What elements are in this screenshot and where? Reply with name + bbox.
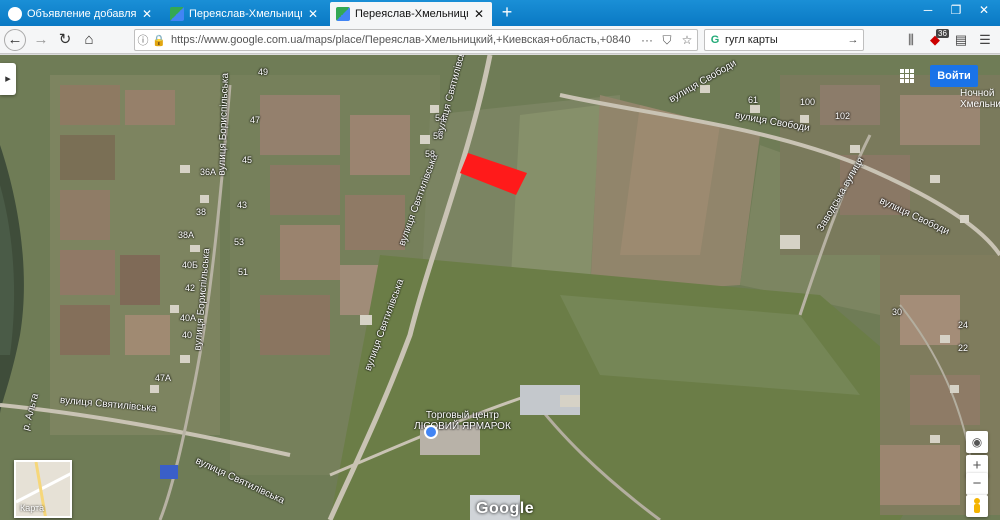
house-number: 102 (835, 111, 851, 121)
satellite-imagery (0, 55, 1000, 520)
house-number: 56 (433, 131, 444, 141)
tab-olx[interactable]: Объявление добавляется • OLX ✕ (2, 2, 160, 26)
close-tab-icon[interactable]: ✕ (306, 7, 320, 21)
address-bar[interactable]: ⓘ 🔒 https://www.google.com.ua/maps/place… (134, 29, 698, 51)
house-number: 42 (185, 283, 196, 293)
lock-icon: 🔒 (152, 34, 166, 47)
mini-map-label: Карта (20, 503, 45, 513)
close-tab-icon[interactable]: ✕ (472, 7, 486, 21)
map-type-toggle[interactable]: Карта (14, 460, 72, 518)
apps-grid-icon[interactable] (900, 69, 914, 83)
minimize-icon[interactable]: ─ (914, 0, 942, 22)
house-number: 22 (958, 343, 969, 353)
extension-badge: 36 (936, 29, 949, 38)
info-icon[interactable]: ⓘ (135, 32, 151, 48)
pocket-icon[interactable]: ⛉ (657, 33, 677, 48)
house-number: 61 (748, 95, 759, 105)
house-number: 36А (200, 167, 217, 177)
pegman-icon[interactable] (966, 495, 988, 517)
my-location-button[interactable]: ◉ (966, 431, 988, 453)
menu-icon[interactable]: ☰ (976, 31, 994, 49)
collapse-panel-button[interactable]: ▸ (0, 63, 16, 95)
search-input[interactable]: гугл карты (725, 34, 843, 46)
maximize-icon[interactable]: ❐ (942, 0, 970, 22)
back-button[interactable]: ← (4, 29, 26, 51)
satellite-map[interactable]: вулиця Святилівська вулиця Святилівська … (0, 55, 1000, 520)
tab-title: Переяслав-Хмельницкий – Google (355, 8, 468, 20)
shopping-pin-icon[interactable] (424, 425, 438, 439)
house-number: 43 (237, 200, 248, 210)
house-number: 100 (800, 97, 816, 107)
tab-maps-active[interactable]: Переяслав-Хмельницкий – Google ✕ (330, 2, 492, 26)
forward-button[interactable]: → (30, 29, 52, 51)
house-number: 40 (182, 330, 193, 340)
house-number: 40Б (182, 260, 198, 270)
page-actions-icon[interactable]: ··· (637, 33, 657, 47)
poi-title: Торговый центр (425, 410, 499, 421)
library-icon[interactable]: ⫼ (902, 31, 920, 49)
zoom-out-button[interactable]: − (966, 473, 988, 495)
new-tab-button[interactable]: + (496, 2, 518, 24)
reload-button[interactable]: ↻ (54, 29, 76, 51)
search-engine-icon[interactable]: G (705, 34, 725, 46)
tab-maps-1[interactable]: Переяслав-Хмельницкий – Google ✕ (164, 2, 326, 26)
tab-strip: Объявление добавляется • OLX ✕ Переяслав… (0, 0, 1000, 26)
maps-favicon-icon (170, 7, 184, 21)
home-button[interactable]: ⌂ (78, 29, 100, 51)
close-window-icon[interactable]: ✕ (970, 0, 998, 22)
house-number: 53 (234, 237, 245, 247)
tab-title: Переяслав-Хмельницкий – Google (189, 8, 302, 20)
house-number: 51 (238, 267, 249, 277)
house-number: 40А (180, 313, 197, 323)
house-number: 45 (242, 155, 253, 165)
house-number: 38А (178, 230, 195, 240)
navigation-toolbar: ← → ↻ ⌂ ⓘ 🔒 https://www.google.com.ua/ma… (0, 26, 1000, 54)
url-text[interactable]: https://www.google.com.ua/maps/place/Пер… (167, 34, 637, 46)
maps-favicon-icon (336, 7, 350, 21)
sidebar-icon[interactable]: ▤ (952, 31, 970, 49)
house-number: 30 (892, 307, 903, 317)
house-number: 47 (250, 115, 261, 125)
house-number: 58 (425, 149, 436, 159)
house-number: 47А (155, 373, 172, 383)
google-logo: Google (476, 500, 535, 517)
house-number: 54 (435, 113, 446, 123)
olx-favicon-icon (8, 7, 22, 21)
house-number: 38 (196, 207, 207, 217)
bookmark-star-icon[interactable]: ☆ (677, 33, 697, 47)
search-bar[interactable]: G гугл карты → (704, 29, 864, 51)
tab-title: Объявление добавляется • OLX (27, 8, 136, 20)
place-label: Ночной Хмельни (960, 88, 1000, 110)
house-number: 24 (958, 320, 969, 330)
close-tab-icon[interactable]: ✕ (140, 7, 154, 21)
search-go-icon[interactable]: → (843, 34, 863, 46)
house-number: 49 (258, 67, 269, 77)
login-button[interactable]: Войти (930, 65, 978, 87)
